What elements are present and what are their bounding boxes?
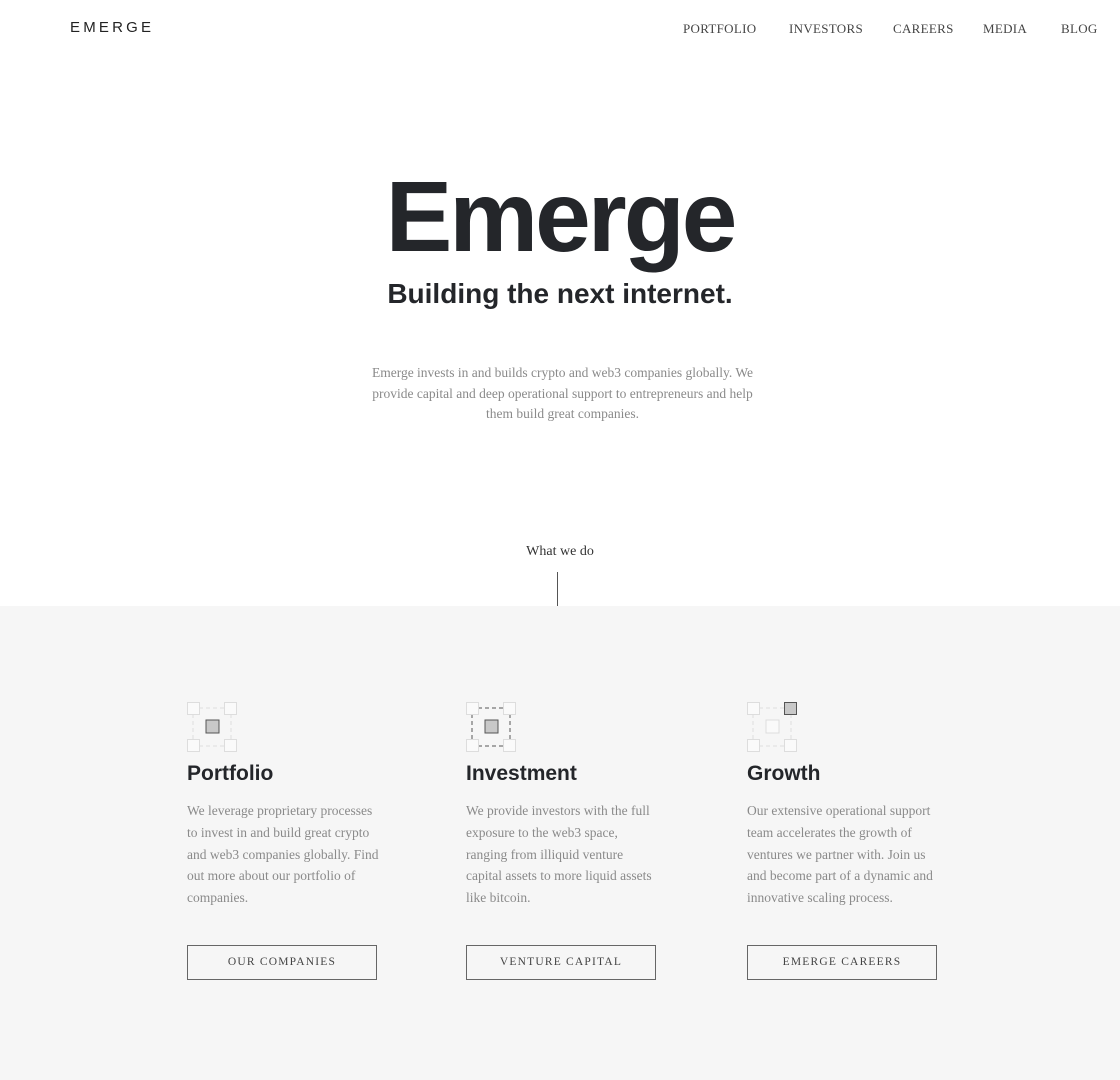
hero-description: Emerge invests in and builds crypto and …	[371, 365, 754, 421]
nav-careers[interactable]: CAREERS	[893, 21, 954, 37]
nav-investors[interactable]: INVESTORS	[789, 21, 863, 37]
network-center-icon	[187, 702, 237, 752]
nav-portfolio[interactable]: PORTFOLIO	[683, 21, 756, 37]
column-text: We leverage proprietary processes to inv…	[187, 803, 379, 906]
column-growth: Growth Our extensive operational support…	[747, 702, 947, 980]
top-nav: EMERGE PORTFOLIO INVESTORS CAREERS MEDIA…	[0, 0, 1120, 56]
column-investment: Investment We provide investors with the…	[466, 702, 666, 980]
column-title: Investment	[466, 762, 577, 785]
our-companies-button[interactable]: OUR COMPANIES	[187, 945, 377, 980]
divider-line	[557, 572, 558, 606]
column-title: Growth	[747, 762, 821, 785]
emerge-careers-button[interactable]: EMERGE CAREERS	[747, 945, 937, 980]
nav-blog[interactable]: BLOG	[1061, 21, 1098, 37]
column-title: Portfolio	[187, 762, 274, 785]
logo[interactable]: EMERGE	[70, 19, 154, 36]
column-portfolio: Portfolio We leverage proprietary proces…	[187, 702, 387, 980]
network-corner-icon	[747, 702, 797, 752]
network-dashed-icon	[466, 702, 516, 752]
hero-subtitle: Building the next internet.	[387, 278, 733, 309]
column-text: We provide investors with the full expos…	[466, 803, 652, 906]
nav-media[interactable]: MEDIA	[983, 21, 1027, 37]
venture-capital-button[interactable]: VENTURE CAPITAL	[466, 945, 656, 980]
section-label: What we do	[526, 544, 594, 559]
hero-title: Emerge	[385, 161, 738, 273]
column-text: Our extensive operational support team a…	[747, 803, 933, 906]
